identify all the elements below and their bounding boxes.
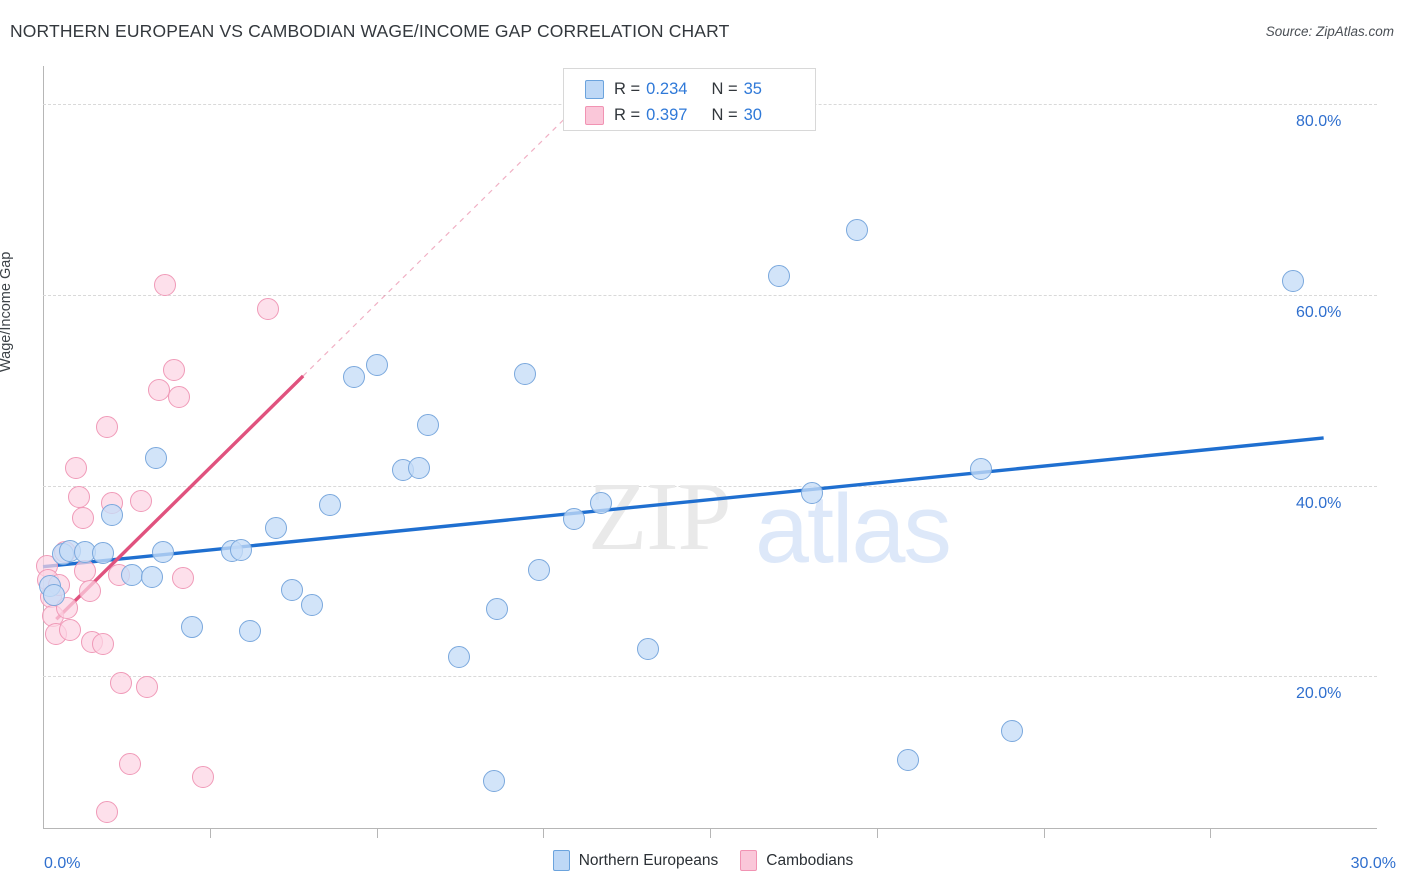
scatter-point[interactable] xyxy=(192,765,215,788)
scatter-point[interactable] xyxy=(163,359,186,382)
scatter-point[interactable] xyxy=(145,446,168,469)
scatter-point[interactable] xyxy=(96,415,119,438)
scatter-point[interactable] xyxy=(1281,269,1304,292)
series-legend: Northern Europeans Cambodians xyxy=(0,850,1406,871)
scatter-point[interactable] xyxy=(636,637,659,660)
scatter-point[interactable] xyxy=(801,482,824,505)
scatter-point[interactable] xyxy=(152,541,175,564)
scatter-point[interactable] xyxy=(92,632,115,655)
trendline-extension-cambodians xyxy=(302,84,600,377)
scatter-point[interactable] xyxy=(767,264,790,287)
x-axis-tick xyxy=(876,829,878,838)
stats-r-label: R = xyxy=(614,105,641,124)
scatter-point[interactable] xyxy=(58,618,81,641)
y-axis-tick-label: 40.0% xyxy=(1296,494,1342,512)
stats-swatch-cambodians xyxy=(585,105,604,125)
scatter-point[interactable] xyxy=(845,219,868,242)
stats-n-value-northern-europeans: 35 xyxy=(743,79,762,98)
x-axis-tick xyxy=(543,829,545,838)
scatter-point[interactable] xyxy=(154,274,177,297)
legend-swatch-northern-europeans xyxy=(552,850,570,871)
y-axis-line xyxy=(43,66,44,829)
legend-label-cambodians: Cambodians xyxy=(766,851,854,869)
scatter-point[interactable] xyxy=(563,508,586,531)
scatter-point[interactable] xyxy=(407,456,430,479)
scatter-point[interactable] xyxy=(96,800,119,823)
scatter-point[interactable] xyxy=(172,567,195,590)
scatter-point[interactable] xyxy=(100,504,123,527)
scatter-point[interactable] xyxy=(167,385,190,408)
scatter-point[interactable] xyxy=(78,579,101,602)
scatter-point[interactable] xyxy=(129,489,152,512)
chart-root: NORTHERN EUROPEAN VS CAMBODIAN WAGE/INCO… xyxy=(0,0,1406,892)
scatter-point[interactable] xyxy=(118,753,141,776)
scatter-point[interactable] xyxy=(896,749,919,772)
gridline xyxy=(43,676,1377,678)
scatter-point[interactable] xyxy=(265,516,288,539)
scatter-point[interactable] xyxy=(485,597,508,620)
scatter-point[interactable] xyxy=(229,538,252,561)
stats-r-value-northern-europeans: 0.234 xyxy=(646,79,688,98)
y-axis-tick-label: 80.0% xyxy=(1296,113,1342,131)
x-axis-tick xyxy=(710,829,711,838)
scatter-point[interactable] xyxy=(109,672,132,695)
scatter-point[interactable] xyxy=(136,675,159,698)
stats-row: R = 0.397 N = 30 xyxy=(585,102,815,128)
scatter-point[interactable] xyxy=(67,486,90,509)
gridline xyxy=(43,294,1377,296)
scatter-point[interactable] xyxy=(120,564,143,587)
scatter-point[interactable] xyxy=(590,491,613,514)
stats-swatch-northern-europeans xyxy=(585,79,604,99)
x-axis-tick xyxy=(1043,829,1045,838)
legend-label-northern-europeans: Northern Europeans xyxy=(578,851,719,869)
scatter-point[interactable] xyxy=(483,770,506,793)
stats-n-value-cambodians: 30 xyxy=(743,105,762,124)
scatter-point[interactable] xyxy=(1001,719,1024,742)
plot-area: ZIP atlas xyxy=(36,66,1377,838)
legend-item-cambodians[interactable]: Cambodians xyxy=(740,850,853,871)
legend-swatch-cambodians xyxy=(740,850,758,871)
scatter-point[interactable] xyxy=(256,298,279,321)
stats-row: R = 0.234 N = 35 xyxy=(585,76,815,102)
x-axis-tick xyxy=(1210,829,1212,838)
scatter-point[interactable] xyxy=(527,558,550,581)
scatter-point[interactable] xyxy=(447,646,470,669)
gridline xyxy=(43,485,1377,487)
scatter-point[interactable] xyxy=(72,507,95,530)
y-axis-label: Wage/Income Gap xyxy=(0,251,14,372)
stats-n-label: N = xyxy=(711,79,738,98)
page-title: NORTHERN EUROPEAN VS CAMBODIAN WAGE/INCO… xyxy=(10,21,730,41)
scatter-point[interactable] xyxy=(180,615,203,638)
scatter-point[interactable] xyxy=(365,354,388,377)
legend-item-northern-europeans[interactable]: Northern Europeans xyxy=(552,850,719,871)
stats-n-label: N = xyxy=(711,105,738,124)
scatter-point[interactable] xyxy=(65,457,88,480)
trendline-layer xyxy=(42,84,1324,621)
scatter-point[interactable] xyxy=(318,493,341,516)
stats-r-value-cambodians: 0.397 xyxy=(646,105,688,124)
watermark-zip: ZIP xyxy=(588,463,731,570)
scatter-point[interactable] xyxy=(238,619,261,642)
correlation-stats-box: R = 0.234 N = 35 R = 0.397 N = 30 xyxy=(563,68,816,131)
x-axis-tick xyxy=(209,829,211,838)
scatter-point[interactable] xyxy=(147,379,170,402)
scatter-point[interactable] xyxy=(970,458,993,481)
scatter-point[interactable] xyxy=(343,365,366,388)
scatter-point[interactable] xyxy=(514,363,537,386)
y-axis-tick-label: 60.0% xyxy=(1296,303,1342,321)
scatter-point[interactable] xyxy=(92,542,115,565)
scatter-point[interactable] xyxy=(416,413,439,436)
watermark-atlas: atlas xyxy=(755,474,952,583)
scatter-point[interactable] xyxy=(281,578,303,601)
source-attribution: Source: ZipAtlas.com xyxy=(1265,24,1394,39)
scatter-point[interactable] xyxy=(301,593,324,616)
x-axis-tick xyxy=(376,829,378,838)
y-axis-tick-label: 20.0% xyxy=(1296,685,1342,703)
stats-r-label: R = xyxy=(614,79,641,98)
scatter-point[interactable] xyxy=(140,566,163,589)
